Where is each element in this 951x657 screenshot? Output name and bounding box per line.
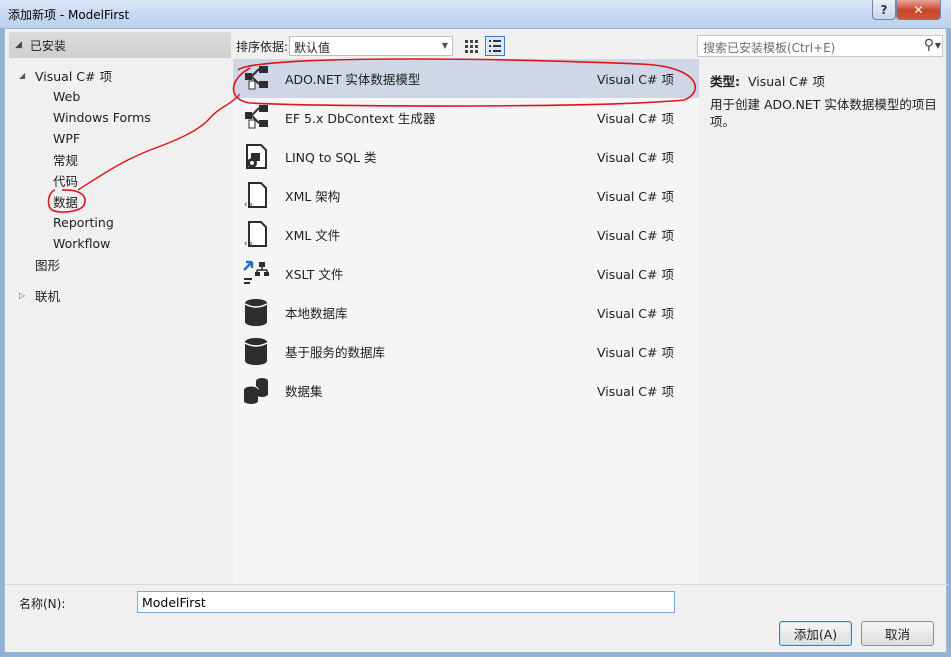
- item-language: Visual C# 项: [597, 345, 674, 360]
- tree-item-data[interactable]: 数据: [53, 191, 78, 211]
- title-bar: 添加新项 - ModelFirst ? ✕: [0, 0, 951, 28]
- tree-item-general[interactable]: 常规: [53, 149, 78, 169]
- collapsed-arrow-icon: ▷: [19, 290, 26, 300]
- tree-item-code[interactable]: 代码: [53, 170, 78, 190]
- item-name: 数据集: [285, 384, 323, 399]
- name-field[interactable]: [137, 591, 675, 613]
- list-view-button[interactable]: [485, 36, 505, 56]
- list-item-linq-sql[interactable]: LINQ to SQL 类 Visual C# 项: [233, 137, 699, 176]
- help-button[interactable]: ?: [872, 0, 896, 20]
- xml-file-icon: ‹›: [241, 219, 271, 249]
- ef-dbcontext-icon: [241, 102, 271, 132]
- cancel-button[interactable]: 取消: [861, 621, 934, 646]
- add-button[interactable]: 添加(A): [779, 621, 852, 646]
- item-name: XML 架构: [285, 189, 341, 204]
- list-item-xml-file[interactable]: ‹› XML 文件 Visual C# 项: [233, 215, 699, 254]
- list-item-local-database[interactable]: 本地数据库 Visual C# 项: [233, 293, 699, 332]
- tree-item-label: Reporting: [53, 214, 114, 230]
- chevron-down-icon[interactable]: ▼: [935, 41, 941, 50]
- tree-item-reporting[interactable]: Reporting: [53, 212, 114, 232]
- item-language: Visual C# 项: [597, 111, 674, 126]
- database-icon: [241, 336, 271, 366]
- search-input[interactable]: 搜索已安装模板(Ctrl+E) ⚲ ▼: [697, 35, 943, 57]
- item-language: Visual C# 项: [597, 72, 674, 87]
- list-toolbar: 排序依据: 默认值 ▼: [233, 32, 699, 58]
- detail-type: 类型: Visual C# 项: [710, 71, 825, 90]
- item-name: EF 5.x DbContext 生成器: [285, 111, 436, 126]
- item-language: Visual C# 项: [597, 150, 674, 165]
- svg-text:‹›: ‹›: [243, 239, 254, 249]
- item-language: Visual C# 项: [597, 384, 674, 399]
- tree-item-label: WPF: [53, 130, 81, 146]
- tree-item-label: 数据: [53, 194, 79, 210]
- installed-header-label: 已安装: [29, 38, 66, 53]
- tree-item-label: Workflow: [53, 235, 111, 251]
- divider: [5, 584, 948, 585]
- expanded-arrow-icon: ◢: [19, 70, 26, 80]
- linq-sql-icon: [241, 141, 271, 171]
- list-item-ado-net[interactable]: ADO.NET 实体数据模型 Visual C# 项: [233, 59, 699, 98]
- xml-schema-icon: ‹›: [241, 180, 271, 210]
- name-label: 名称(N):: [19, 597, 66, 611]
- list-view-icon: [489, 40, 501, 52]
- tree-item-label: Windows Forms: [53, 109, 151, 125]
- tree-item-label: 常规: [53, 152, 79, 168]
- database-icon: [241, 297, 271, 327]
- item-name: XSLT 文件: [285, 267, 344, 282]
- tree-item-label: Web: [53, 88, 81, 104]
- item-language: Visual C# 项: [597, 189, 674, 204]
- collapse-arrow-icon: ◢: [15, 40, 22, 50]
- dataset-icon: [241, 375, 271, 405]
- tree-item-label: 代码: [53, 173, 79, 189]
- search-icon[interactable]: ⚲: [924, 37, 934, 53]
- chevron-down-icon: ▼: [441, 41, 448, 50]
- item-name: LINQ to SQL 类: [285, 150, 377, 165]
- ado-entity-icon: [241, 63, 271, 93]
- template-list: ADO.NET 实体数据模型 Visual C# 项 EF 5.x DbCont…: [233, 59, 699, 584]
- grid-view-icon: [465, 40, 478, 53]
- xslt-file-icon: [241, 258, 271, 288]
- sort-label: 排序依据:: [236, 40, 289, 54]
- list-item-ef-dbcontext[interactable]: EF 5.x DbContext 生成器 Visual C# 项: [233, 98, 699, 137]
- tree-item-workflow[interactable]: Workflow: [53, 233, 110, 253]
- item-name: XML 文件: [285, 228, 341, 243]
- tree-item-label: Visual C# 项: [35, 68, 112, 84]
- item-language: Visual C# 项: [597, 267, 674, 282]
- list-item-dataset[interactable]: 数据集 Visual C# 项: [233, 371, 699, 410]
- svg-text:‹›: ‹›: [243, 200, 254, 210]
- item-name: ADO.NET 实体数据模型: [285, 72, 421, 87]
- sort-value: 默认值: [294, 41, 331, 55]
- list-item-xml-schema[interactable]: ‹› XML 架构 Visual C# 项: [233, 176, 699, 215]
- installed-header[interactable]: ◢ 已安装: [9, 32, 231, 58]
- tree-item-online[interactable]: ▷ 联机: [19, 285, 60, 305]
- window-title: 添加新项 - ModelFirst: [8, 8, 130, 22]
- item-name: 本地数据库: [285, 306, 348, 321]
- dialog-body: ◢ 已安装 ◢ Visual C# 项 Web Windows Forms WP…: [4, 28, 948, 653]
- item-language: Visual C# 项: [597, 228, 674, 243]
- list-item-xslt-file[interactable]: XSLT 文件 Visual C# 项: [233, 254, 699, 293]
- tree-item-web[interactable]: Web: [53, 86, 80, 106]
- detail-type-label: 类型:: [710, 74, 740, 89]
- tree-item-graphics[interactable]: 图形: [35, 254, 60, 274]
- tree-item-label: 图形: [35, 257, 61, 273]
- item-name: 基于服务的数据库: [285, 345, 386, 360]
- item-language: Visual C# 项: [597, 306, 674, 321]
- tree-item-windows-forms[interactable]: Windows Forms: [53, 107, 151, 127]
- tree-item-label: 联机: [35, 288, 61, 304]
- detail-type-value: Visual C# 项: [748, 74, 825, 89]
- tree-item-visual-csharp[interactable]: ◢ Visual C# 项: [19, 65, 112, 85]
- detail-description: 用于创建 ADO.NET 实体数据模型的项目项。: [710, 97, 937, 129]
- list-item-service-database[interactable]: 基于服务的数据库 Visual C# 项: [233, 332, 699, 371]
- close-button[interactable]: ✕: [896, 0, 941, 20]
- sort-dropdown[interactable]: 默认值 ▼: [289, 36, 453, 56]
- category-tree: ◢ Visual C# 项 Web Windows Forms WPF 常规 代…: [9, 59, 231, 579]
- tree-item-wpf[interactable]: WPF: [53, 128, 80, 148]
- grid-view-button[interactable]: [461, 36, 481, 56]
- search-placeholder: 搜索已安装模板(Ctrl+E): [703, 41, 836, 55]
